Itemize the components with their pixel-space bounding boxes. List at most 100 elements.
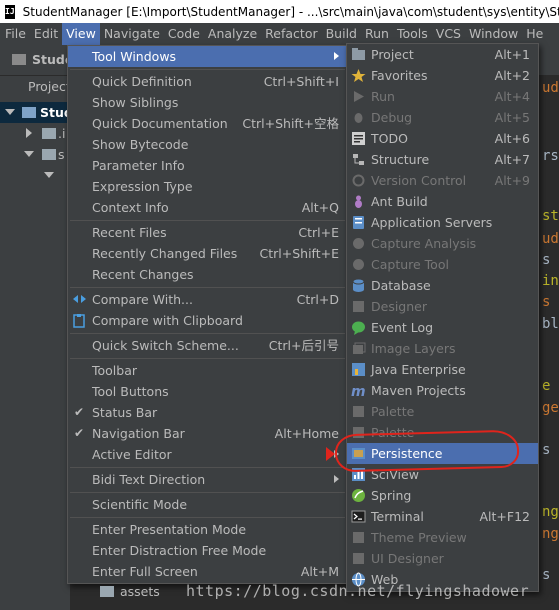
code-fragment: ng <box>542 504 559 520</box>
tree-row[interactable] <box>0 165 70 186</box>
menu-item-label: Show Bytecode <box>92 137 189 152</box>
menu-code[interactable]: Code <box>164 23 204 45</box>
tool-window-structure[interactable]: Structure Alt+7 <box>347 149 538 170</box>
tree-row[interactable]: s <box>0 144 70 165</box>
menu-item-quick-switch-scheme[interactable]: Quick Switch Scheme... Ctrl+后引号 <box>68 335 347 356</box>
red-annotation-arrow-icon <box>326 447 335 461</box>
menu-edit[interactable]: Edit <box>30 23 62 45</box>
tool-window-ui-designer[interactable]: UI Designer <box>347 548 538 569</box>
menu-navigate[interactable]: Navigate <box>100 23 164 45</box>
tool-window-debug[interactable]: Debug Alt+5 <box>347 107 538 128</box>
tool-window-spring[interactable]: Spring <box>347 485 538 506</box>
module-folder-icon <box>22 107 36 118</box>
menu-item-enter-full-screen[interactable]: Enter Full Screen Alt+M <box>68 561 347 582</box>
menu-item-navigation-bar[interactable]: ✔ Navigation Bar Alt+Home <box>68 423 347 444</box>
tree-row-selected[interactable]: Stud <box>0 102 73 123</box>
menu-item-label: Application Servers <box>371 215 493 230</box>
menu-item-shortcut: Alt+Home <box>274 426 339 441</box>
intellij-logo-icon: IJ <box>5 4 15 19</box>
menu-item-shortcut: Ctrl+Shift+空格 <box>242 116 339 131</box>
tool-window-java-enterprise[interactable]: Java Enterprise <box>347 359 538 380</box>
menu-item-status-bar[interactable]: ✔ Status Bar <box>68 402 347 423</box>
tool-window-todo[interactable]: TODO Alt+6 <box>347 128 538 149</box>
menu-item-show-siblings[interactable]: Show Siblings <box>68 92 347 113</box>
tool-window-ant-build[interactable]: Ant Build <box>347 191 538 212</box>
menu-analyze[interactable]: Analyze <box>204 23 261 45</box>
menu-item-scientific-mode[interactable]: Scientific Mode <box>68 494 347 515</box>
menu-item-recently-changed-files[interactable]: Recently Changed Files Ctrl+Shift+E <box>68 243 347 264</box>
tool-window-favorites[interactable]: Favorites Alt+2 <box>347 65 538 86</box>
tree-row[interactable]: assets <box>100 584 160 599</box>
menu-item-expression-type[interactable]: Expression Type <box>68 176 347 197</box>
menu-item-compare-with[interactable]: Compare With... Ctrl+D <box>68 289 347 310</box>
code-fragment: s <box>542 567 551 583</box>
menu-item-compare-with-clipboard[interactable]: Compare with Clipboard <box>68 310 347 331</box>
tree-row[interactable]: .i <box>0 123 70 144</box>
menu-item-shortcut: Ctrl+D <box>296 292 339 307</box>
tool-window-event-log[interactable]: Event Log <box>347 317 538 338</box>
menu-item-recent-files[interactable]: Recent Files Ctrl+E <box>68 222 347 243</box>
menu-item-bidi-text-direction[interactable]: Bidi Text Direction <box>68 469 347 490</box>
menu-refactor[interactable]: Refactor <box>261 23 321 45</box>
svg-text:m: m <box>351 384 366 398</box>
tool-window-theme-preview[interactable]: Theme Preview <box>347 527 538 548</box>
menu-item-toolbar[interactable]: Toolbar <box>68 360 347 381</box>
menu-item-shortcut: Ctrl+E <box>298 225 339 240</box>
menu-item-parameter-info[interactable]: Parameter Info <box>68 155 347 176</box>
code-fragment: bl <box>542 316 559 332</box>
menu-item-label: Enter Full Screen <box>92 564 198 579</box>
servers-icon <box>351 215 366 230</box>
menu-build[interactable]: Build <box>322 23 361 45</box>
menu-vcs[interactable]: VCS <box>432 23 465 45</box>
tool-window-palette[interactable]: Palette <box>347 401 538 422</box>
menu-item-recent-changes[interactable]: Recent Changes <box>68 264 347 285</box>
menu-item-label: Theme Preview <box>371 530 467 545</box>
expand-arrow-icon[interactable] <box>44 172 54 178</box>
tool-window-application-servers[interactable]: Application Servers <box>347 212 538 233</box>
tool-window-database[interactable]: Database <box>347 275 538 296</box>
menu-item-label: TODO <box>371 131 408 146</box>
menu-item-context-info[interactable]: Context Info Alt+Q <box>68 197 347 218</box>
project-panel-header[interactable]: Project <box>0 76 71 98</box>
tool-window-version-control[interactable]: Version Control Alt+9 <box>347 170 538 191</box>
tool-window-image-layers[interactable]: Image Layers <box>347 338 538 359</box>
menu-item-shortcut: Alt+F12 <box>479 509 531 524</box>
expand-arrow-icon[interactable] <box>24 151 34 157</box>
menu-item-quick-documentation[interactable]: Quick Documentation Ctrl+Shift+空格 <box>68 113 347 134</box>
menu-item-label: Image Layers <box>371 341 456 356</box>
menu-item-quick-definition[interactable]: Quick Definition Ctrl+Shift+I <box>68 71 347 92</box>
compare-icon <box>72 292 87 307</box>
menu-run[interactable]: Run <box>361 23 393 45</box>
tool-window-maven-projects[interactable]: m Maven Projects <box>347 380 538 401</box>
menu-he[interactable]: He <box>522 23 547 45</box>
menu-item-label: Context Info <box>92 200 169 215</box>
menu-item-label: Expression Type <box>92 179 193 194</box>
menu-item-label: Version Control <box>371 173 467 188</box>
menu-item-tool-windows[interactable]: Tool Windows <box>68 46 347 67</box>
menu-item-shortcut: Alt+1 <box>494 47 530 62</box>
tree-item-label: assets <box>120 584 160 599</box>
collapse-arrow-icon[interactable] <box>26 128 32 138</box>
menu-item-active-editor[interactable]: Active Editor <box>68 444 347 465</box>
tool-window-capture-analysis[interactable]: Capture Analysis <box>347 233 538 254</box>
menu-item-label: Structure <box>371 152 430 167</box>
menu-item-enter-distraction-free-mode[interactable]: Enter Distraction Free Mode <box>68 540 347 561</box>
menu-item-label: Navigation Bar <box>92 426 185 441</box>
tool-window-capture-tool[interactable]: Capture Tool <box>347 254 538 275</box>
expand-arrow-icon[interactable] <box>5 109 15 115</box>
menu-item-label: Run <box>371 89 395 104</box>
menu-item-tool-buttons[interactable]: Tool Buttons <box>68 381 347 402</box>
tool-window-project[interactable]: Project Alt+1 <box>347 44 538 65</box>
todo-icon <box>351 131 366 146</box>
menu-item-label: Project <box>371 47 414 62</box>
menu-tools[interactable]: Tools <box>393 23 432 45</box>
menu-window[interactable]: Window <box>465 23 522 45</box>
menu-item-label: Java Enterprise <box>371 362 466 377</box>
tool-window-terminal[interactable]: Terminal Alt+F12 <box>347 506 538 527</box>
menu-item-show-bytecode[interactable]: Show Bytecode <box>68 134 347 155</box>
menu-item-enter-presentation-mode[interactable]: Enter Presentation Mode <box>68 519 347 540</box>
tool-window-designer[interactable]: Designer <box>347 296 538 317</box>
tool-window-run[interactable]: Run Alt+4 <box>347 86 538 107</box>
menu-file[interactable]: File <box>0 23 30 45</box>
menu-view[interactable]: View <box>62 23 100 45</box>
